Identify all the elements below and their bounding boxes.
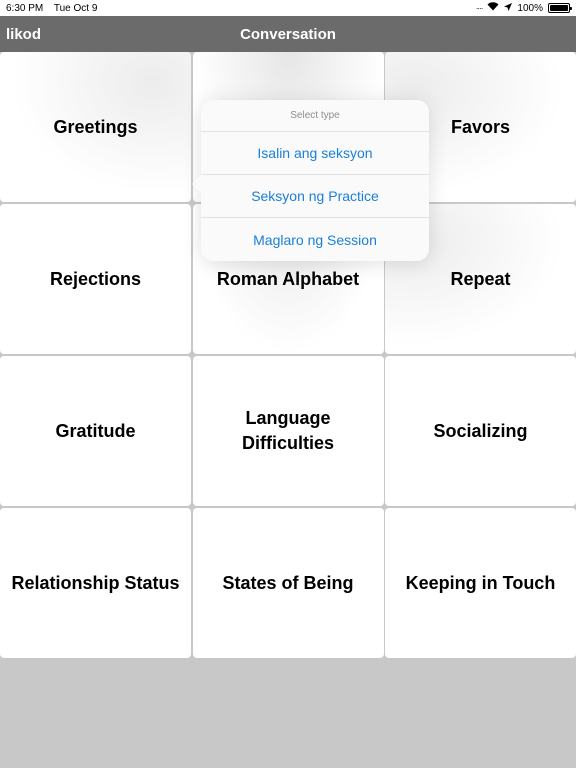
- category-cell-language-difficulties[interactable]: Language Difficulties: [192, 356, 384, 506]
- option-practice-section[interactable]: Seksyon ng Practice: [201, 175, 429, 218]
- back-button[interactable]: likod: [6, 26, 41, 43]
- battery-percent: 100%: [517, 2, 543, 14]
- category-cell-greetings[interactable]: Greetings: [0, 52, 191, 202]
- wifi-icon: [487, 2, 499, 14]
- page-title: Conversation: [240, 25, 336, 43]
- status-bar: 6:30 PM Tue Oct 9 ···· 100%: [0, 0, 576, 16]
- status-right: ···· 100%: [475, 2, 572, 14]
- status-left: 6:30 PM Tue Oct 9: [6, 3, 105, 14]
- popover-arrow: [192, 174, 202, 194]
- category-cell-keeping-in-touch[interactable]: Keeping in Touch: [385, 508, 576, 658]
- option-play-session[interactable]: Maglaro ng Session: [201, 218, 429, 261]
- option-translate-section[interactable]: Isalin ang seksyon: [201, 132, 429, 175]
- signal-dots-icon: ····: [475, 3, 484, 13]
- status-time: 6:30 PM: [6, 2, 44, 14]
- navigation-bar: likod Conversation: [0, 16, 576, 52]
- select-type-popover: Select type Isalin ang seksyon Seksyon n…: [192, 100, 429, 261]
- category-cell-rejections[interactable]: Rejections: [0, 204, 191, 354]
- popover-header: Select type: [201, 100, 429, 132]
- category-cell-socializing[interactable]: Socializing: [385, 356, 576, 506]
- category-cell-gratitude[interactable]: Gratitude: [0, 356, 191, 506]
- location-arrow-icon: [504, 2, 513, 14]
- battery-icon: [548, 3, 572, 13]
- category-cell-relationship-status[interactable]: Relationship Status: [0, 508, 191, 658]
- category-cell-states-of-being[interactable]: States of Being: [192, 508, 384, 658]
- status-date: Tue Oct 9: [53, 2, 98, 14]
